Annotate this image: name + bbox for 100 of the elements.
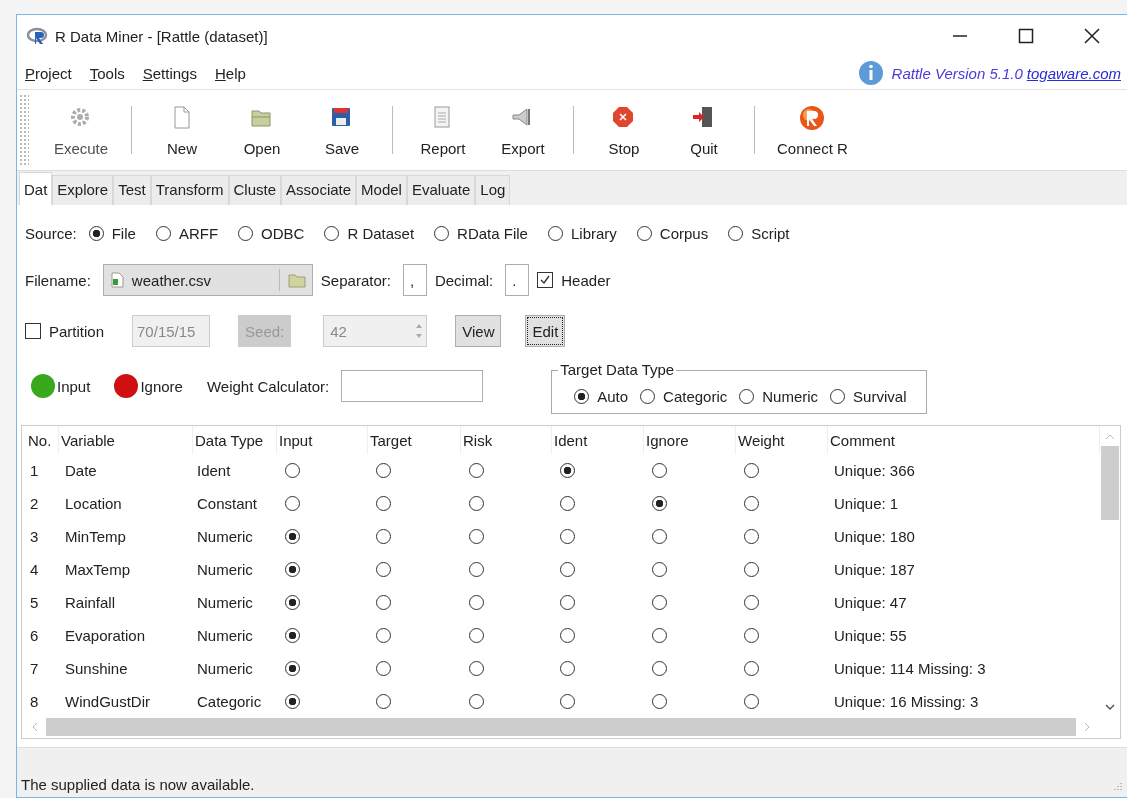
radio-button[interactable] bbox=[285, 562, 300, 577]
file-chooser[interactable]: weather.csv bbox=[102, 264, 313, 296]
column-header[interactable]: Weight bbox=[736, 426, 828, 454]
radio-button[interactable] bbox=[285, 661, 300, 676]
menu-item[interactable]: Project bbox=[25, 64, 72, 82]
radio-button[interactable] bbox=[469, 661, 484, 676]
radio-button[interactable] bbox=[744, 694, 759, 709]
radio-button[interactable] bbox=[469, 694, 484, 709]
toolbar-button[interactable]: Open bbox=[222, 90, 302, 170]
radio-button[interactable] bbox=[376, 595, 391, 610]
toolbar-button[interactable]: New bbox=[142, 90, 222, 170]
radio-button[interactable] bbox=[285, 628, 300, 643]
radio-button[interactable] bbox=[728, 225, 744, 241]
radio-button[interactable] bbox=[652, 595, 667, 610]
radio-button[interactable] bbox=[744, 595, 759, 610]
view-button[interactable]: View bbox=[455, 315, 502, 347]
tab[interactable]: Transform bbox=[150, 175, 229, 205]
radio-button[interactable] bbox=[652, 661, 667, 676]
radio-button[interactable] bbox=[652, 628, 667, 643]
radio-button[interactable] bbox=[376, 562, 391, 577]
menu-item[interactable]: Settings bbox=[142, 64, 197, 82]
radio-button[interactable] bbox=[744, 463, 759, 478]
radio-button[interactable] bbox=[652, 529, 667, 544]
toolbar-button[interactable]: Export bbox=[483, 90, 563, 170]
radio-button[interactable] bbox=[744, 562, 759, 577]
radio-button[interactable] bbox=[574, 388, 590, 404]
column-header[interactable]: Comment bbox=[828, 426, 1100, 454]
radio-button[interactable] bbox=[744, 661, 759, 676]
tab[interactable]: Test bbox=[113, 175, 151, 205]
tab[interactable]: Cluste bbox=[228, 175, 282, 205]
radio-button[interactable] bbox=[636, 225, 652, 241]
radio-button[interactable] bbox=[376, 496, 391, 511]
tab[interactable]: Dat bbox=[19, 172, 53, 205]
website-link[interactable]: togaware.com bbox=[1026, 64, 1121, 82]
radio-button[interactable] bbox=[285, 529, 300, 544]
tab[interactable]: Explore bbox=[52, 175, 114, 205]
radio-button[interactable] bbox=[469, 529, 484, 544]
radio-button[interactable] bbox=[376, 661, 391, 676]
toolbar-button[interactable]: Save bbox=[302, 90, 382, 170]
column-header[interactable]: Target bbox=[368, 426, 461, 454]
scrollbar-thumb[interactable] bbox=[1101, 446, 1119, 520]
radio-button[interactable] bbox=[560, 562, 575, 577]
menu-item[interactable]: Help bbox=[214, 64, 246, 82]
tab[interactable]: Log bbox=[475, 175, 511, 205]
radio-button[interactable] bbox=[469, 496, 484, 511]
column-header[interactable]: No. bbox=[26, 426, 59, 454]
column-header[interactable]: Ignore bbox=[644, 426, 736, 454]
column-header[interactable]: Risk bbox=[461, 426, 552, 454]
radio-button[interactable] bbox=[376, 463, 391, 478]
column-header[interactable]: Ident bbox=[552, 426, 644, 454]
radio-button[interactable] bbox=[560, 628, 575, 643]
radio-button[interactable] bbox=[652, 562, 667, 577]
toolbar-button[interactable]: Report bbox=[403, 90, 483, 170]
weight-calculator-field[interactable] bbox=[341, 370, 484, 402]
radio-button[interactable] bbox=[739, 388, 755, 404]
radio-button[interactable] bbox=[376, 694, 391, 709]
radio-button[interactable] bbox=[744, 496, 759, 511]
radio-button[interactable] bbox=[469, 628, 484, 643]
radio-button[interactable] bbox=[652, 496, 667, 511]
column-header[interactable]: Data Type bbox=[193, 426, 277, 454]
radio-button[interactable] bbox=[469, 595, 484, 610]
radio-button[interactable] bbox=[285, 595, 300, 610]
radio-button[interactable] bbox=[560, 529, 575, 544]
column-header[interactable]: Variable bbox=[59, 426, 193, 454]
toolbar-button[interactable]: Quit bbox=[664, 90, 744, 170]
radio-button[interactable] bbox=[469, 562, 484, 577]
radio-button[interactable] bbox=[560, 694, 575, 709]
radio-button[interactable] bbox=[830, 388, 846, 404]
radio-button[interactable] bbox=[744, 628, 759, 643]
radio-button[interactable] bbox=[324, 225, 340, 241]
radio-button[interactable] bbox=[376, 529, 391, 544]
radio-button[interactable] bbox=[155, 225, 171, 241]
toolbar-button[interactable]: Stop bbox=[584, 90, 664, 170]
tab[interactable]: Associate bbox=[281, 175, 357, 205]
radio-button[interactable] bbox=[560, 463, 575, 478]
toolbar-grip[interactable] bbox=[19, 94, 29, 166]
radio-button[interactable] bbox=[560, 496, 575, 511]
toolbar-button[interactable]: Connect R bbox=[765, 90, 860, 170]
radio-button[interactable] bbox=[652, 694, 667, 709]
radio-button[interactable] bbox=[238, 225, 254, 241]
radio-button[interactable] bbox=[434, 225, 450, 241]
radio-button[interactable] bbox=[285, 496, 300, 511]
radio-button[interactable] bbox=[469, 463, 484, 478]
radio-button[interactable] bbox=[285, 463, 300, 478]
decimal-field[interactable]: . bbox=[505, 264, 530, 296]
radio-button[interactable] bbox=[547, 225, 563, 241]
separator-field[interactable]: , bbox=[402, 264, 427, 296]
radio-button[interactable] bbox=[652, 463, 667, 478]
radio-button[interactable] bbox=[285, 694, 300, 709]
radio-button[interactable] bbox=[376, 628, 391, 643]
radio-button[interactable] bbox=[88, 225, 104, 241]
radio-button[interactable] bbox=[560, 595, 575, 610]
edit-button[interactable]: Edit bbox=[525, 315, 566, 347]
scrollbar-thumb[interactable] bbox=[46, 718, 1076, 736]
column-header[interactable]: Input bbox=[277, 426, 368, 454]
menu-item[interactable]: Tools bbox=[89, 64, 125, 82]
radio-button[interactable] bbox=[640, 388, 656, 404]
tab[interactable]: Model bbox=[356, 175, 407, 205]
checkbox[interactable] bbox=[25, 323, 41, 339]
radio-button[interactable] bbox=[560, 661, 575, 676]
